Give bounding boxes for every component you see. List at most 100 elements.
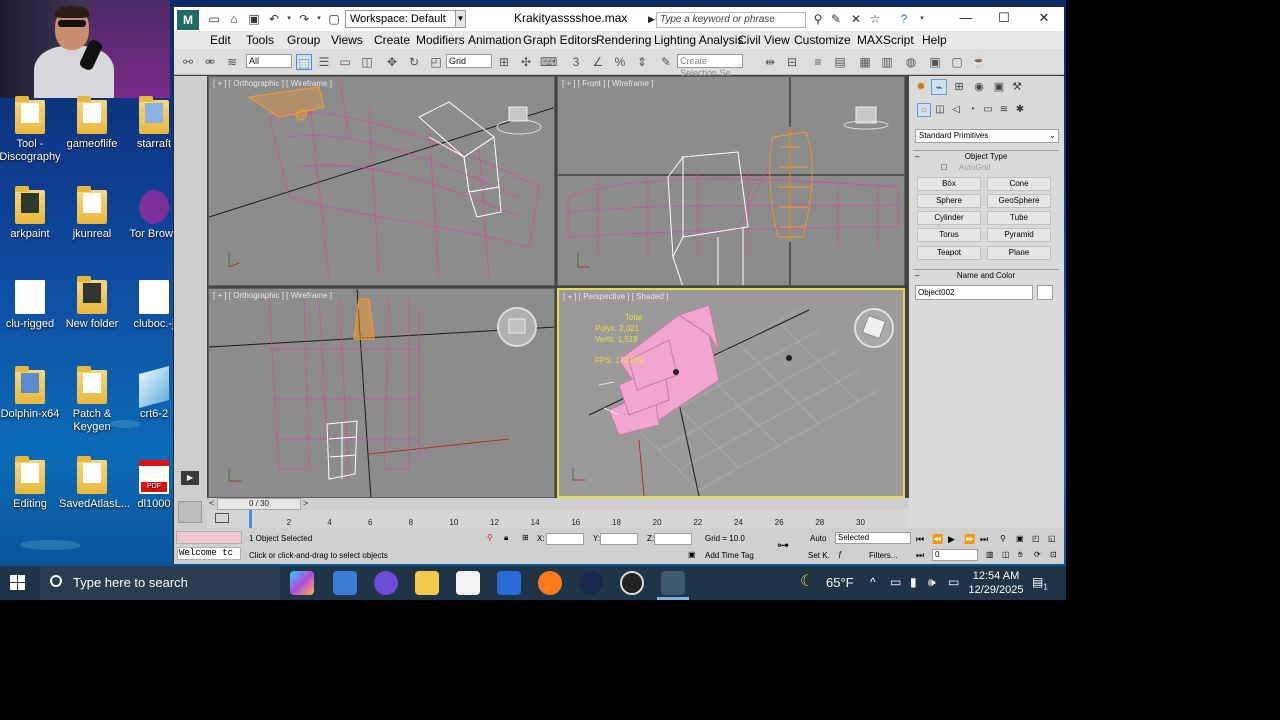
new-file-icon[interactable]: ▭ bbox=[207, 12, 221, 26]
orbit-icon[interactable]: ⟳ bbox=[1034, 550, 1041, 559]
steam-icon[interactable] bbox=[579, 571, 603, 595]
minimize-button[interactable]: — bbox=[946, 7, 986, 29]
keyboard-shortcut-icon[interactable]: ⌨ bbox=[540, 54, 557, 70]
zoom-icon[interactable]: ⚲ bbox=[1000, 534, 1006, 543]
desktop-icon[interactable]: Tool - Discography bbox=[0, 96, 63, 164]
field-of-view-icon[interactable]: ◫ bbox=[1002, 550, 1010, 559]
filters-button[interactable]: Filters... bbox=[869, 551, 897, 560]
y-coord-field[interactable] bbox=[600, 533, 638, 545]
close-button[interactable]: ✕ bbox=[1024, 7, 1064, 29]
chevron-down-icon[interactable]: ⌄ bbox=[1049, 131, 1056, 140]
lock-selection-icon[interactable]: 🔒︎ bbox=[504, 533, 508, 543]
sphere-button[interactable]: Sphere bbox=[917, 194, 981, 208]
clock[interactable]: 12:54 AM 12/29/2025 bbox=[968, 569, 1024, 597]
reference-coordinate-dropdown[interactable]: Grid bbox=[446, 54, 492, 68]
viewport-label[interactable]: [ + ] [ Orthographic ] [ Wireframe ] bbox=[213, 291, 332, 300]
render-teapot-icon[interactable]: ☕ bbox=[971, 54, 987, 70]
space-warps-icon[interactable]: ≋ bbox=[997, 103, 1011, 117]
desktop-icon[interactable]: Patch & Keygen bbox=[59, 366, 125, 434]
rendered-frame-icon[interactable]: ▢ bbox=[949, 54, 965, 70]
undo-dropdown-icon[interactable]: ▾ bbox=[282, 12, 296, 26]
redo-dropdown-icon[interactable]: ▾ bbox=[312, 12, 326, 26]
object-name-input[interactable]: Object002 bbox=[915, 285, 1033, 300]
geometry-icon[interactable]: ○ bbox=[917, 103, 931, 117]
viewport-top-right[interactable]: [ + ] [ Front ] [ Wireframe ] bbox=[557, 76, 905, 286]
teapot-button[interactable]: Teapot bbox=[917, 246, 981, 260]
rollout-object-type[interactable]: – Object Type bbox=[913, 150, 1059, 162]
zoom-extents-all-icon[interactable]: ◱ bbox=[1048, 534, 1056, 543]
menu-group[interactable]: Group bbox=[287, 33, 320, 47]
cone-button[interactable]: Cone bbox=[987, 177, 1051, 191]
maximize-viewport-icon[interactable]: ⊡ bbox=[1050, 550, 1057, 559]
tube-button[interactable]: Tube bbox=[987, 211, 1051, 225]
menu-modifiers[interactable]: Modifiers bbox=[416, 33, 465, 47]
key-icon[interactable]: ⊶ bbox=[777, 538, 789, 552]
desktop-icon[interactable]: gameoflife bbox=[59, 96, 125, 151]
motion-tab-icon[interactable]: ◉ bbox=[971, 79, 987, 95]
pan-icon[interactable]: ✋︎ bbox=[1018, 550, 1023, 560]
next-frame-icon[interactable]: ⏩ bbox=[964, 534, 975, 545]
selection-filter-dropdown[interactable]: All bbox=[246, 54, 292, 68]
add-time-tag[interactable]: Add Time Tag bbox=[705, 551, 754, 560]
help-icon[interactable]: ? bbox=[897, 12, 911, 26]
maximize-button[interactable]: ☐ bbox=[984, 7, 1024, 29]
link-icon[interactable]: ⚯ bbox=[180, 54, 196, 70]
undo-icon[interactable]: ↶ bbox=[267, 12, 281, 26]
desktop-icon[interactable]: Dolphin-x64 bbox=[0, 366, 63, 421]
go-to-start-icon[interactable]: ⏮ bbox=[916, 534, 924, 545]
viewport-label[interactable]: [ + ] [ Orthographic ] [ Wireframe ] bbox=[213, 79, 332, 88]
desktop-icon[interactable]: jkunreal bbox=[59, 186, 125, 241]
search-input[interactable]: Type a keyword or phrase bbox=[656, 12, 806, 28]
menu-civil-view[interactable]: Civil View bbox=[738, 33, 790, 47]
geosphere-button[interactable]: GeoSphere bbox=[987, 194, 1051, 208]
3ds-max-taskbar-icon[interactable] bbox=[661, 571, 685, 595]
copilot-icon[interactable] bbox=[290, 571, 314, 595]
volume-icon[interactable]: 🕪︎ bbox=[928, 575, 936, 590]
x-coord-field[interactable] bbox=[546, 533, 584, 545]
rotate-icon[interactable]: ↻ bbox=[406, 54, 422, 70]
time-slider-thumb[interactable]: 0 / 30 bbox=[217, 498, 301, 510]
named-selection-input[interactable]: Create Selection Se bbox=[677, 54, 743, 78]
utilities-tab-icon[interactable]: ⚒ bbox=[1009, 79, 1025, 95]
z-coord-field[interactable] bbox=[654, 533, 692, 545]
zoom-all-icon[interactable]: ▣ bbox=[1016, 534, 1024, 543]
rectangular-selection-icon[interactable]: ▭ bbox=[337, 54, 353, 70]
viewport-label[interactable]: [ + ] [ Perspective ] [ Shaded ] bbox=[563, 292, 668, 301]
open-file-icon[interactable]: ⌂ bbox=[227, 12, 241, 26]
key-filter-dropdown[interactable]: Selected bbox=[835, 532, 911, 544]
previous-frame-icon[interactable]: ⏪ bbox=[932, 534, 943, 545]
set-key-button[interactable]: Set K. bbox=[808, 551, 830, 560]
pyramid-button[interactable]: Pyramid bbox=[987, 228, 1051, 242]
layer-explorer-icon[interactable]: ≡ bbox=[810, 54, 826, 70]
cameras-icon[interactable]: ◔ bbox=[965, 103, 979, 117]
menu-customize[interactable]: Customize bbox=[794, 33, 851, 47]
menu-tools[interactable]: Tools bbox=[246, 33, 274, 47]
menu-help[interactable]: Help bbox=[922, 33, 947, 47]
meet-now-icon[interactable]: ▭ bbox=[890, 575, 901, 589]
edit-named-selection-icon[interactable]: ✎ bbox=[658, 54, 674, 70]
firefox-icon[interactable] bbox=[538, 571, 562, 595]
viewport-top-left[interactable]: [ + ] [ Orthographic ] [ Wireframe ] bbox=[208, 76, 555, 286]
outlook-icon[interactable] bbox=[497, 571, 521, 595]
rollout-name-and-color[interactable]: – Name and Color bbox=[913, 269, 1059, 281]
isolate-selection-icon[interactable]: ⚲ bbox=[487, 533, 493, 542]
windows-start-icon[interactable] bbox=[10, 575, 26, 591]
expand-arrow-icon[interactable]: ▶ bbox=[181, 471, 199, 485]
menu-create[interactable]: Create bbox=[374, 33, 410, 47]
percent-snap-icon[interactable]: % bbox=[612, 54, 628, 70]
unlink-icon[interactable]: ⚮ bbox=[202, 54, 218, 70]
menu-lighting-analysis[interactable]: Lighting Analysis bbox=[654, 33, 743, 47]
pivot-center-icon[interactable]: ⊞ bbox=[496, 54, 512, 70]
go-to-end-icon[interactable]: ⏭ bbox=[980, 534, 988, 545]
mirror-icon[interactable]: ⇹ bbox=[762, 54, 778, 70]
lights-icon[interactable]: ◁ bbox=[949, 103, 963, 117]
move-icon[interactable]: ✥ bbox=[384, 54, 400, 70]
key-mode-toggle-icon[interactable]: ⏭ bbox=[916, 550, 924, 561]
time-slider[interactable]: < 0 / 30 > bbox=[207, 498, 909, 510]
desktop-icon[interactable]: arkpaint bbox=[0, 186, 63, 241]
scale-icon[interactable]: ◰ bbox=[428, 54, 444, 70]
category-dropdown[interactable]: Standard Primitives bbox=[915, 129, 1059, 143]
time-config-icon[interactable]: ▥ bbox=[986, 550, 994, 559]
community-icon[interactable]: ✎ bbox=[829, 12, 843, 26]
favorites-star-icon[interactable]: ☆ bbox=[868, 12, 882, 26]
